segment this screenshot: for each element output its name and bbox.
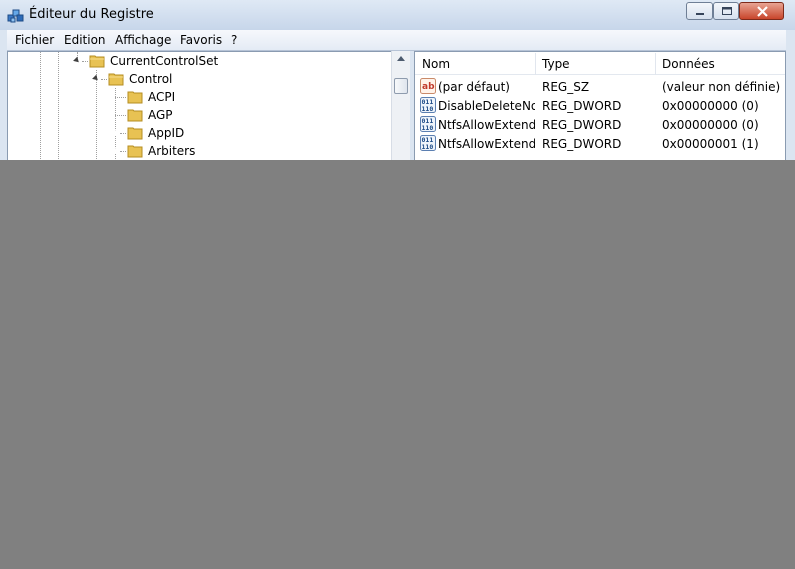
close-icon [757, 6, 768, 17]
folder-icon [127, 127, 143, 140]
tree-scrollbar[interactable] [391, 51, 411, 160]
string-value-icon: ab [420, 78, 436, 94]
expand-arbiters-icon[interactable] [113, 146, 119, 156]
folder-icon [127, 91, 143, 104]
value-data: (valeur non définie) [662, 80, 781, 94]
tree-item-appid[interactable]: AppID [148, 126, 184, 140]
minimize-icon [696, 13, 704, 15]
registry-app-icon [7, 9, 24, 23]
value-data: 0x00000000 (0) [662, 99, 759, 113]
value-name: (par défaut) [438, 80, 510, 94]
menu-fichier[interactable]: Fichier [15, 33, 54, 47]
minimize-button[interactable] [686, 2, 713, 20]
binary-value-icon: 011 110 [420, 97, 436, 113]
menu-bar: Fichier Edition Affichage Favoris ? [7, 30, 786, 51]
menu-help[interactable]: ? [231, 33, 237, 47]
window-title: Éditeur du Registre [29, 7, 154, 22]
svg-text:ab: ab [422, 82, 435, 92]
value-type: REG_DWORD [542, 118, 622, 132]
collapse-currentcontrolset-icon[interactable] [73, 56, 81, 65]
folder-icon [127, 145, 143, 158]
value-type: REG_DWORD [542, 137, 622, 151]
value-data: 0x00000000 (0) [662, 118, 759, 132]
list-header: Nom Type Données [415, 52, 785, 75]
folder-open-icon [108, 73, 124, 86]
maximize-icon [722, 7, 732, 15]
scroll-up-icon[interactable] [397, 56, 405, 61]
menu-favoris[interactable]: Favoris [180, 33, 222, 47]
tree-item-currentcontrolset[interactable]: CurrentControlSet [110, 54, 218, 68]
collapse-control-icon[interactable] [92, 74, 100, 83]
svg-text:110: 110 [422, 124, 434, 132]
tree-item-agp[interactable]: AGP [148, 108, 173, 122]
title-bar[interactable]: Éditeur du Registre [0, 0, 795, 30]
value-type: REG_DWORD [542, 99, 622, 113]
column-header-type[interactable]: Type [542, 57, 570, 71]
binary-value-icon: 011 110 [420, 116, 436, 132]
svg-text:110: 110 [422, 143, 434, 151]
key-tree-pane[interactable]: CurrentControlSet Control ACPI AGP AppID… [7, 51, 410, 160]
scroll-thumb[interactable] [394, 78, 408, 94]
value-data: 0x00000001 (1) [662, 137, 759, 151]
value-name: NtfsAllowExtend... [438, 137, 535, 151]
value-name: DisableDeleteNo... [438, 99, 535, 113]
value-list-pane[interactable]: Nom Type Données ab (par défaut) REG_SZ … [414, 51, 786, 160]
menu-edition[interactable]: Edition [64, 33, 106, 47]
value-type: REG_SZ [542, 80, 590, 94]
registry-editor-window: Éditeur du Registre Fichier Edition Affi… [0, 0, 795, 160]
close-button[interactable] [739, 2, 784, 20]
tree-item-acpi[interactable]: ACPI [148, 90, 175, 104]
folder-open-icon [89, 55, 105, 68]
tree-item-control[interactable]: Control [129, 72, 172, 86]
column-header-name[interactable]: Nom [422, 57, 450, 71]
value-name: NtfsAllowExtend... [438, 118, 535, 132]
menu-affichage[interactable]: Affichage [115, 33, 171, 47]
maximize-button[interactable] [713, 2, 739, 20]
binary-value-icon: 011 110 [420, 135, 436, 151]
tree-item-arbiters[interactable]: Arbiters [148, 144, 195, 158]
svg-text:110: 110 [422, 105, 434, 113]
expand-appid-icon[interactable] [113, 128, 119, 138]
folder-icon [127, 109, 143, 122]
column-header-data[interactable]: Données [662, 57, 715, 71]
